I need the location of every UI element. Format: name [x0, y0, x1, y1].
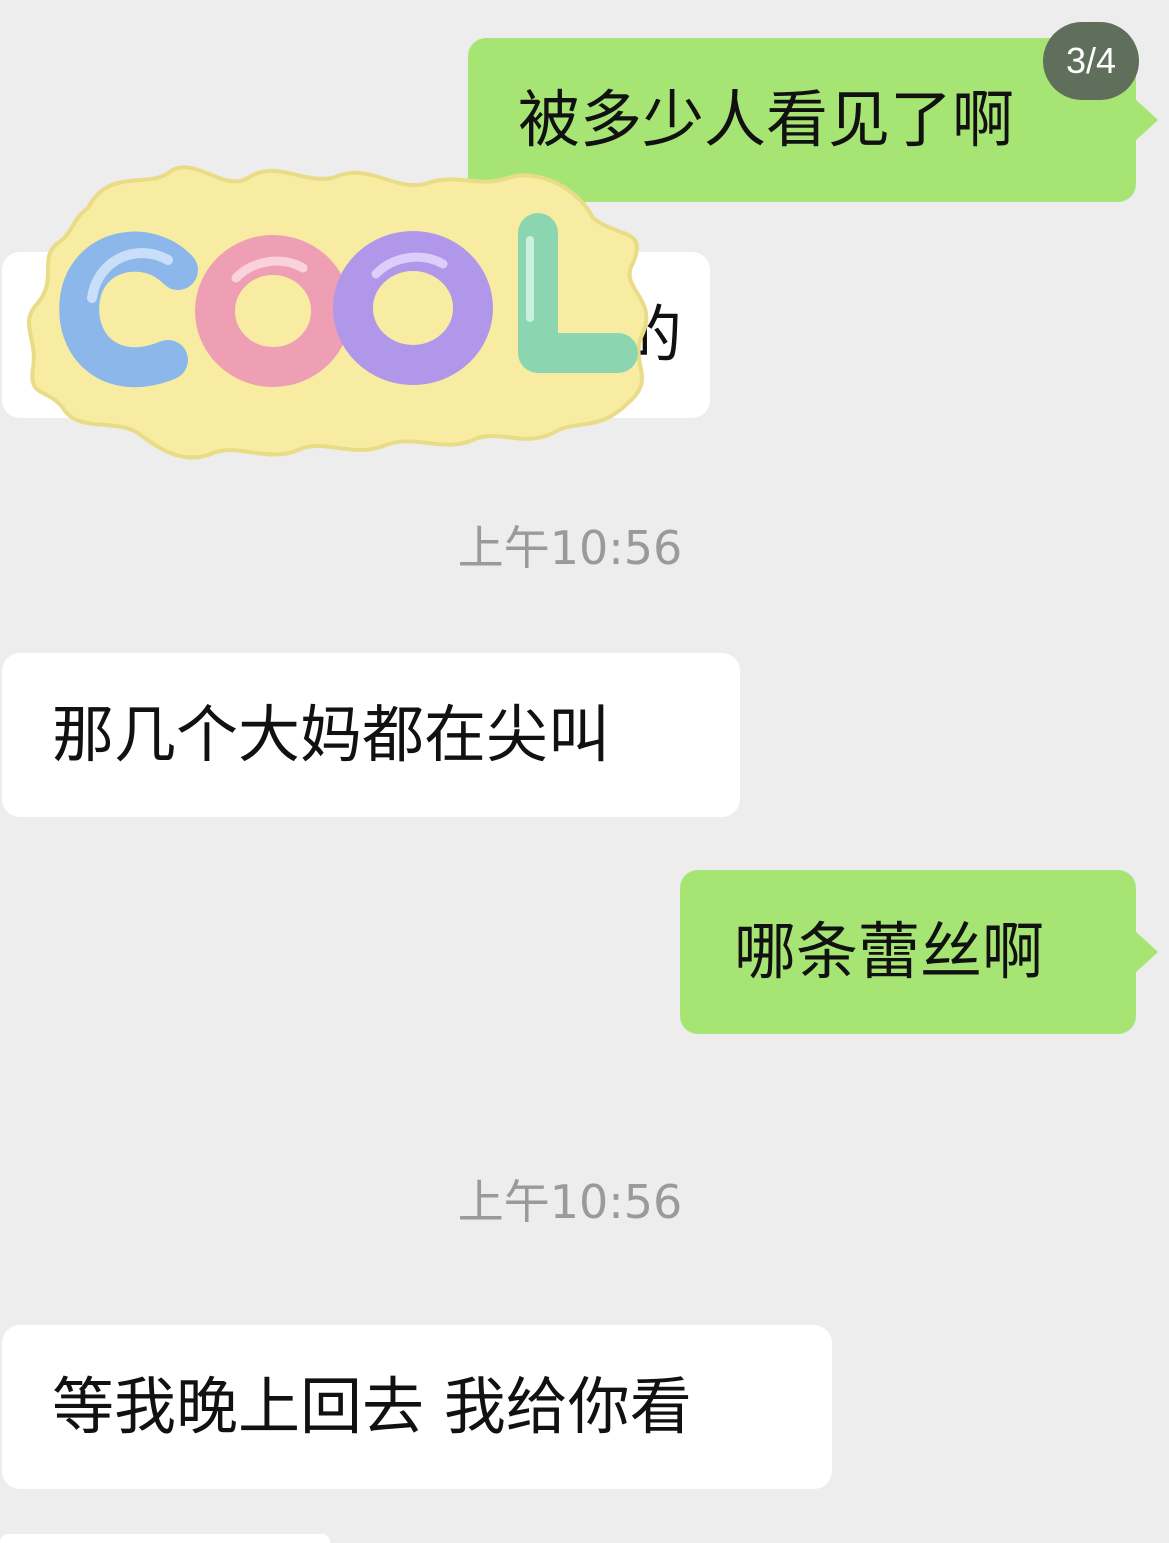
chat-history[interactable]: 被多少人看见了啊 3/4 的 上午10:56 那几个大妈都在尖叫 哪条蕾丝啊 上…: [0, 0, 1169, 1543]
timestamp-text: 上午10:56: [457, 1175, 683, 1229]
timestamp-text: 上午10:56: [457, 521, 683, 575]
timestamp: 上午10:56: [0, 1166, 1140, 1232]
message-bubble-incoming[interactable]: 等我晚上回去 我给你看: [2, 1325, 832, 1489]
message-bubble-incoming[interactable]: 那几个大妈都在尖叫: [2, 653, 740, 817]
page-indicator-badge: 3/4: [1043, 22, 1139, 100]
message-text: 那几个大妈都在尖叫: [52, 698, 611, 771]
message-bubble-outgoing[interactable]: 哪条蕾丝啊: [680, 870, 1158, 1034]
message-text: 等我晚上回去 我给你看: [52, 1370, 692, 1443]
timestamp: 上午10:56: [0, 512, 1140, 578]
next-message-bubble-partial: [0, 1534, 330, 1543]
message-text: 哪条蕾丝啊: [734, 915, 1045, 988]
page-indicator-text: 3/4: [1065, 40, 1117, 81]
message-text: 被多少人看见了啊: [518, 83, 1015, 156]
cool-sticker: [27, 165, 649, 460]
